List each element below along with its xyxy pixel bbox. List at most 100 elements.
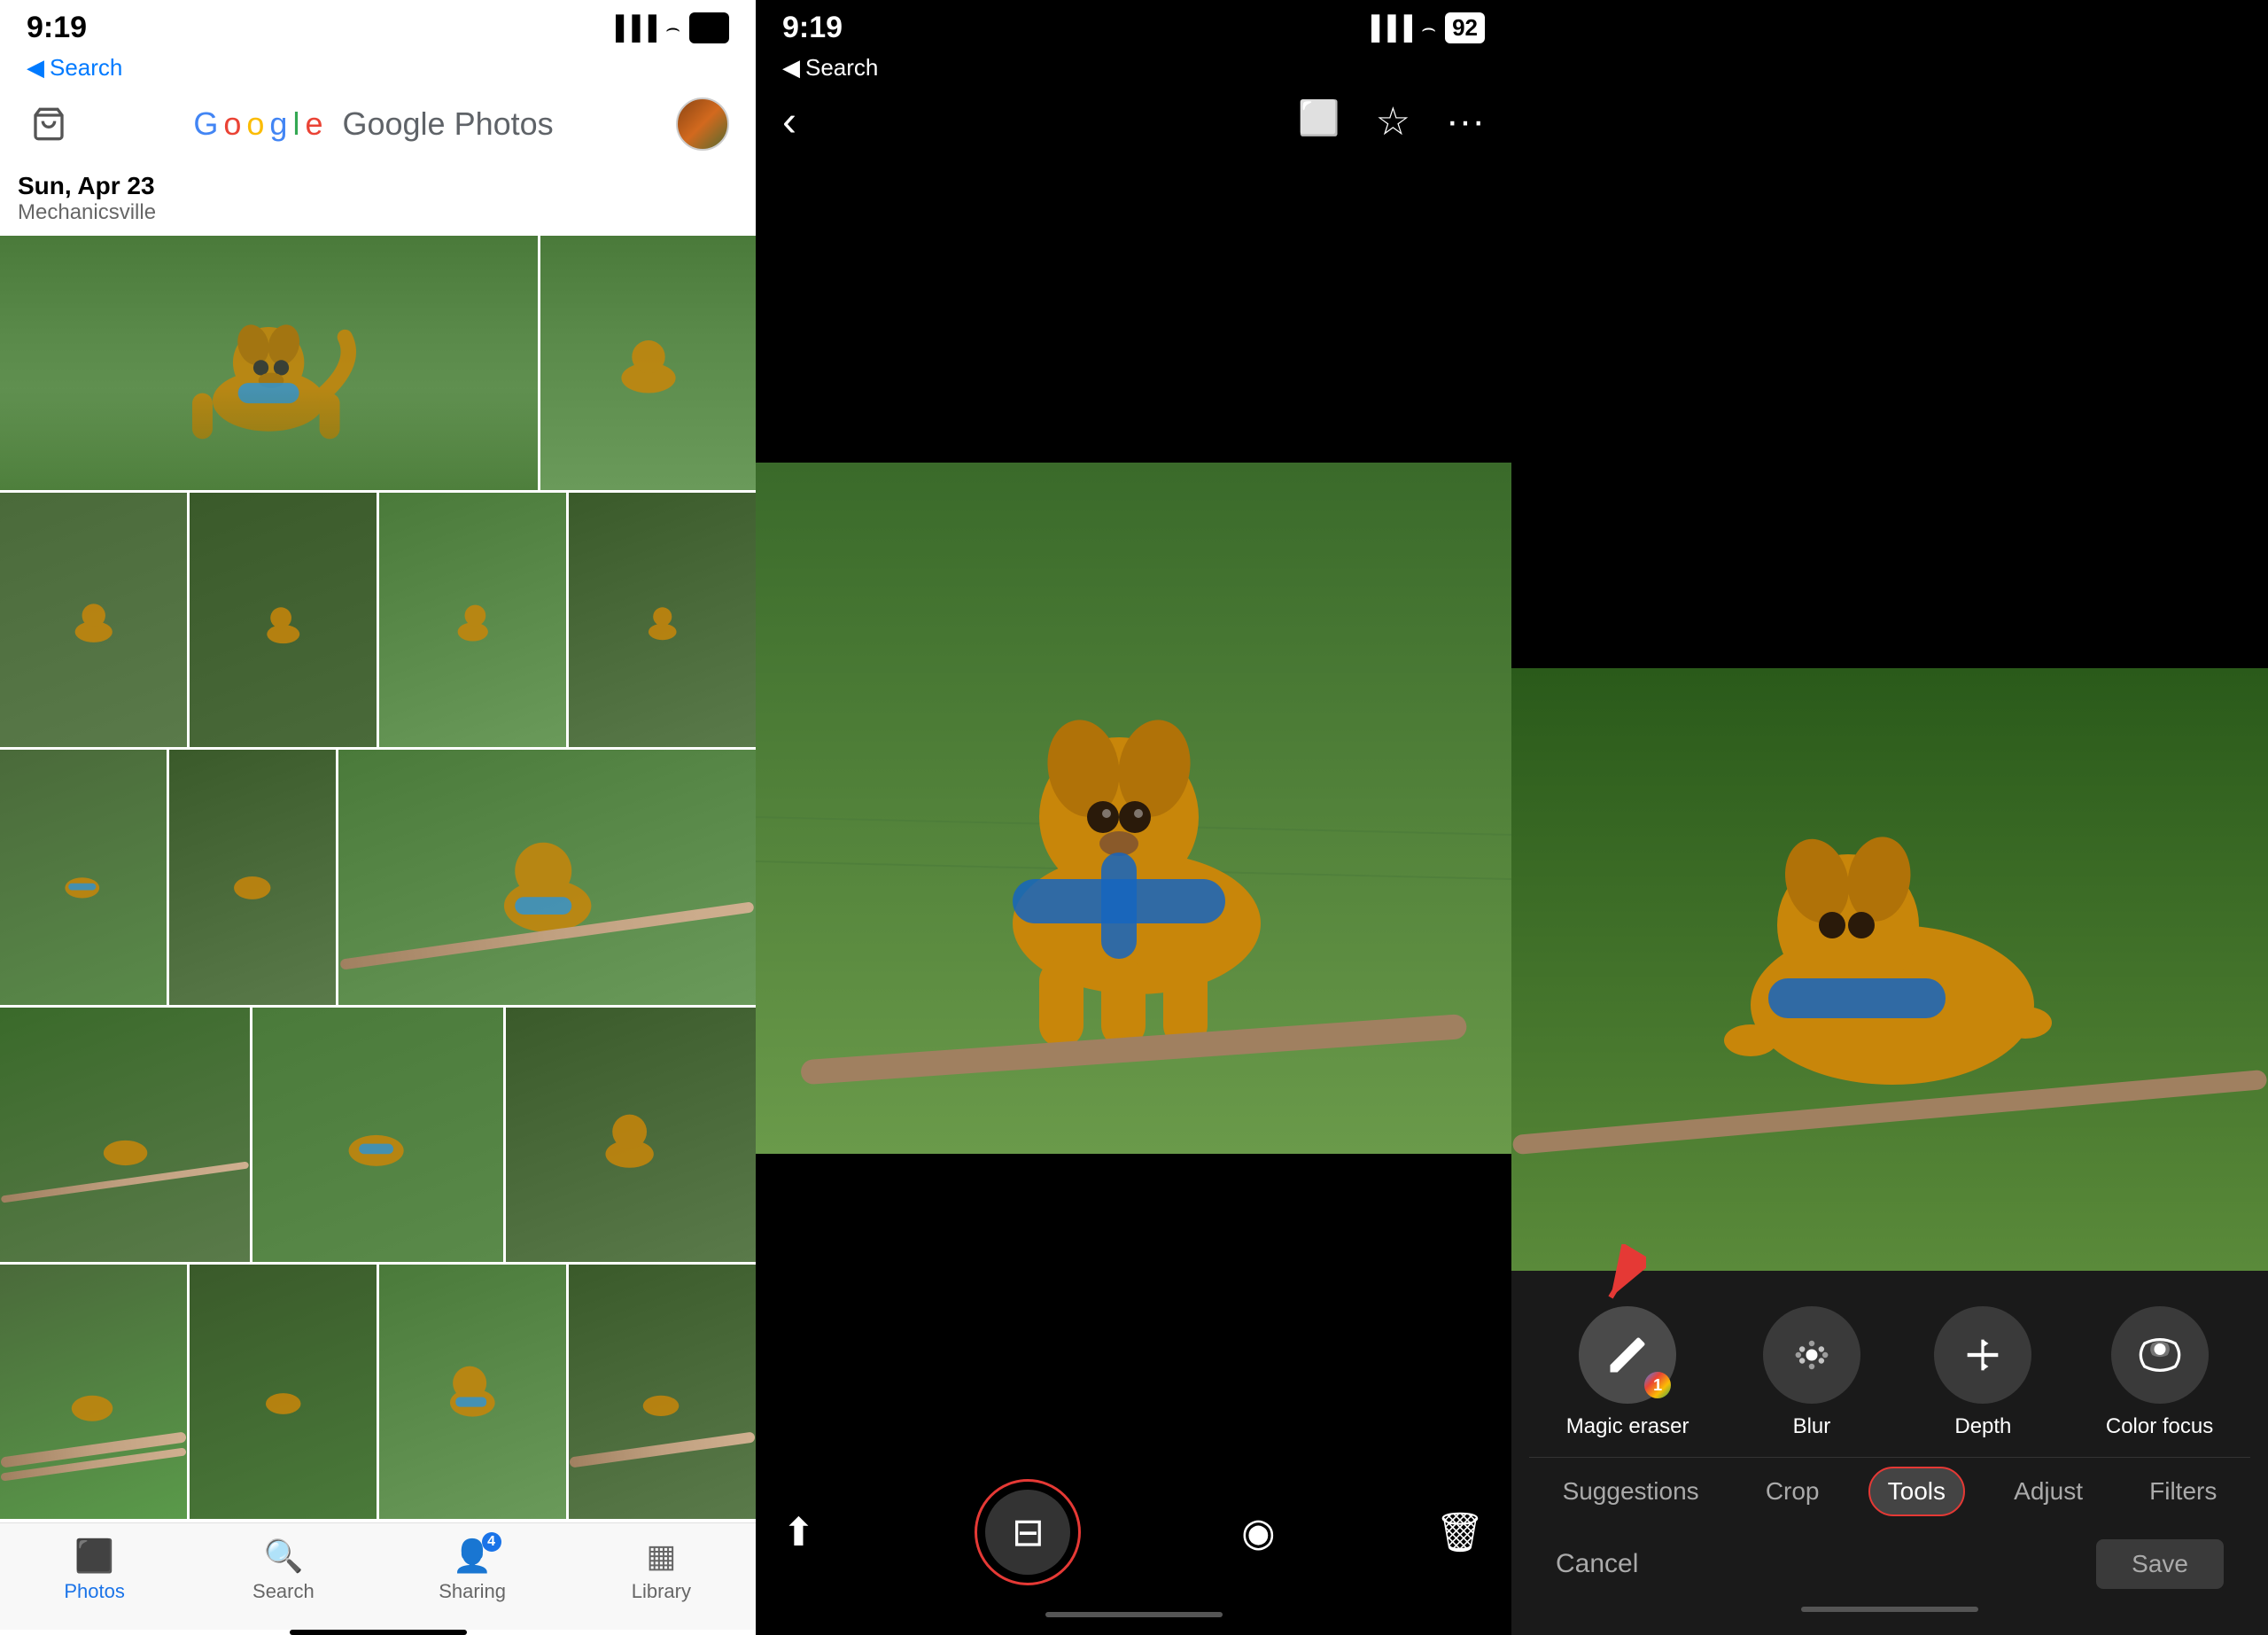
viewer-photo[interactable] bbox=[756, 463, 1511, 1154]
color-focus-icon-circle bbox=[2111, 1306, 2209, 1404]
search-icon: 🔍 bbox=[263, 1538, 303, 1575]
nav-library[interactable]: ▦ Library bbox=[567, 1538, 756, 1603]
grid-row-1 bbox=[0, 236, 756, 490]
shop-icon[interactable] bbox=[27, 102, 71, 146]
signal-icon-gallery: ▐▐▐ bbox=[608, 14, 656, 42]
photo-cell-5-3[interactable] bbox=[379, 1265, 566, 1519]
viewer-toolbar: ‹ ⬜ ☆ ··· bbox=[756, 89, 1511, 155]
wifi-icon-viewer: ⌢ bbox=[1421, 14, 1436, 43]
panel-viewer: 9:19 ▐▐▐ ⌢ 92 ◀ Search ‹ ⬜ ☆ ··· bbox=[756, 0, 1511, 1635]
magic-eraser-label: Magic eraser bbox=[1566, 1414, 1689, 1439]
google-photos-logo: Google Google Photos bbox=[193, 105, 553, 143]
home-indicator-viewer bbox=[1045, 1612, 1223, 1617]
edit-button[interactable]: ⊟ bbox=[975, 1479, 1081, 1585]
wifi-icon-gallery: ⌢ bbox=[665, 14, 680, 43]
photo-cell-5-1[interactable] bbox=[0, 1265, 187, 1519]
photo-cell-1-2[interactable] bbox=[540, 236, 756, 490]
tab-tools[interactable]: Tools bbox=[1868, 1467, 1965, 1516]
magic-eraser-icon-circle: 1 bbox=[1579, 1306, 1676, 1404]
nav-photos[interactable]: ⬛ Photos bbox=[0, 1538, 189, 1603]
photo-cell-2-4[interactable] bbox=[569, 493, 756, 747]
date-main: Sun, Apr 23 bbox=[18, 172, 738, 200]
back-label-gallery: Search bbox=[50, 54, 122, 82]
battery-viewer: 92 bbox=[1445, 12, 1485, 43]
save-button[interactable]: Save bbox=[2096, 1539, 2224, 1589]
photos-label: Photos bbox=[64, 1580, 125, 1603]
signal-icon-viewer: ▐▐▐ bbox=[1363, 14, 1412, 42]
library-label: Library bbox=[632, 1580, 691, 1603]
grid-row-5 bbox=[0, 1265, 756, 1519]
photo-cell-4-1[interactable] bbox=[0, 1008, 250, 1262]
status-bar-gallery: 9:19 ▐▐▐ ⌢ 92 bbox=[0, 0, 756, 51]
panel-gallery: 9:19 ▐▐▐ ⌢ 92 ◀ Search Google Google Pho… bbox=[0, 0, 756, 1635]
photos-icon: ⬛ bbox=[74, 1538, 114, 1575]
sharing-label: Sharing bbox=[439, 1580, 506, 1603]
lens-icon[interactable]: ◉ bbox=[1241, 1510, 1275, 1555]
color-focus-label: Color focus bbox=[2106, 1414, 2213, 1439]
nav-search[interactable]: 🔍 Search bbox=[189, 1538, 377, 1603]
viewer-toolbar-right: ⬜ ☆ ··· bbox=[1298, 99, 1485, 144]
cancel-button[interactable]: Cancel bbox=[1556, 1549, 1638, 1579]
tab-suggestions[interactable]: Suggestions bbox=[1545, 1468, 1717, 1514]
blur-icon-circle bbox=[1763, 1306, 1860, 1404]
back-search-gallery[interactable]: ◀ Search bbox=[0, 51, 756, 89]
edit-actions-row: Cancel Save bbox=[1529, 1525, 2250, 1598]
edit-photo bbox=[1511, 668, 2268, 1271]
magic-eraser-badge: 1 bbox=[1644, 1372, 1671, 1398]
status-time-viewer: 9:19 bbox=[782, 11, 843, 45]
edit-icon-inner: ⊟ bbox=[985, 1490, 1070, 1575]
star-icon[interactable]: ☆ bbox=[1376, 99, 1410, 144]
panel-edit: 1 Magic eraser bbox=[1511, 0, 2268, 1635]
date-label: Sun, Apr 23 Mechanicsville bbox=[0, 165, 756, 236]
gallery-header: Google Google Photos bbox=[0, 89, 756, 165]
search-label: Search bbox=[252, 1580, 315, 1603]
photo-cell-4-3[interactable] bbox=[506, 1008, 756, 1262]
blur-label: Blur bbox=[1793, 1414, 1831, 1439]
battery-gallery: 92 bbox=[689, 12, 729, 43]
bottom-nav: ⬛ Photos 🔍 Search 👤 4 Sharing ▦ Library bbox=[0, 1522, 756, 1630]
back-arrow-viewer: ◀ bbox=[782, 54, 800, 82]
grid-row-2 bbox=[0, 493, 756, 747]
photo-cell-2-1[interactable] bbox=[0, 493, 187, 747]
tab-crop[interactable]: Crop bbox=[1748, 1468, 1837, 1514]
sharing-badge-container: 👤 4 bbox=[453, 1538, 493, 1575]
status-bar-viewer: 9:19 ▐▐▐ ⌢ 92 bbox=[756, 0, 1511, 51]
home-indicator-gallery bbox=[290, 1630, 467, 1635]
status-icons-viewer: ▐▐▐ ⌢ 92 bbox=[1363, 12, 1485, 43]
tool-blur[interactable]: Blur bbox=[1763, 1306, 1860, 1439]
status-time-gallery: 9:19 bbox=[27, 11, 87, 45]
photo-cell-3-2[interactable] bbox=[169, 750, 336, 1004]
sliders-icon: ⊟ bbox=[1012, 1510, 1045, 1555]
grid-row-3 bbox=[0, 750, 756, 1004]
photo-grid bbox=[0, 236, 756, 1522]
tool-depth[interactable]: Depth bbox=[1934, 1306, 2031, 1439]
photo-cell-5-2[interactable] bbox=[190, 1265, 377, 1519]
tab-adjust[interactable]: Adjust bbox=[1996, 1468, 2101, 1514]
back-arrow-gallery: ◀ bbox=[27, 54, 44, 82]
tools-row: 1 Magic eraser bbox=[1529, 1297, 2250, 1457]
photo-cell-2-3[interactable] bbox=[379, 493, 566, 747]
back-search-viewer[interactable]: ◀ Search bbox=[756, 51, 1511, 89]
back-label-viewer: Search bbox=[805, 54, 878, 82]
photo-cell-1-1[interactable] bbox=[0, 236, 538, 490]
photo-cell-4-2[interactable] bbox=[252, 1008, 502, 1262]
library-icon: ▦ bbox=[646, 1538, 676, 1575]
tabs-row: Suggestions Crop Tools Adjust Filters bbox=[1529, 1457, 2250, 1525]
share-icon[interactable]: ⬆ bbox=[782, 1510, 815, 1555]
delete-icon[interactable]: 🗑 bbox=[1435, 1509, 1485, 1555]
sharing-badge: 4 bbox=[482, 1532, 501, 1552]
tab-filters[interactable]: Filters bbox=[2132, 1468, 2234, 1514]
more-icon[interactable]: ··· bbox=[1446, 99, 1485, 144]
depth-label: Depth bbox=[1954, 1414, 2011, 1439]
photo-cell-3-3[interactable] bbox=[338, 750, 756, 1004]
tool-color-focus[interactable]: Color focus bbox=[2106, 1306, 2213, 1439]
photo-cell-2-2[interactable] bbox=[190, 493, 377, 747]
nav-sharing[interactable]: 👤 4 Sharing bbox=[378, 1538, 567, 1603]
photo-cell-3-1[interactable] bbox=[0, 750, 167, 1004]
back-chevron-viewer[interactable]: ‹ bbox=[782, 97, 796, 146]
tool-magic-eraser[interactable]: 1 Magic eraser bbox=[1566, 1306, 1689, 1439]
cast-icon[interactable]: ⬜ bbox=[1298, 99, 1340, 144]
photo-cell-5-4[interactable] bbox=[569, 1265, 756, 1519]
avatar[interactable] bbox=[676, 97, 729, 151]
viewer-bottom-actions: ⬆ ⊟ ◉ 🗑 bbox=[756, 1461, 1511, 1603]
